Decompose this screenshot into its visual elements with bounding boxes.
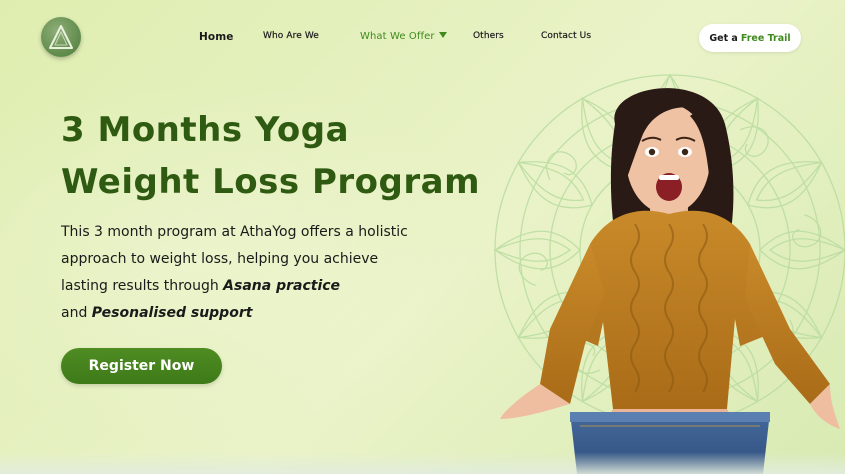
cta-highlight: Free Trail bbox=[740, 32, 791, 44]
nav-what-we-offer[interactable]: What We Offer bbox=[360, 31, 447, 42]
desc-line1: This 3 month program at AthaYog offers a… bbox=[61, 224, 408, 240]
desc-line2: approach to weight loss, helping you ach… bbox=[61, 251, 379, 267]
bottom-fade bbox=[0, 452, 845, 474]
hero-description: This 3 month program at AthaYog offers a… bbox=[61, 219, 461, 327]
nav-contact-us[interactable]: Contact Us bbox=[541, 31, 591, 41]
hero-title: 3 Months Yoga Weight Loss Program bbox=[61, 104, 501, 208]
desc-asana: Asana practice bbox=[223, 278, 341, 294]
caret-down-icon bbox=[438, 32, 447, 38]
hero-title-line1: 3 Months Yoga bbox=[61, 110, 350, 150]
nav-others[interactable]: Others bbox=[473, 31, 504, 41]
hero-title-line2: Weight Loss Program bbox=[61, 162, 480, 202]
woman-photo bbox=[500, 88, 840, 474]
nav-home[interactable]: Home bbox=[199, 31, 233, 43]
free-trial-button[interactable]: Get a Free Trail bbox=[699, 24, 801, 52]
nav-who-are-we[interactable]: Who Are We bbox=[263, 31, 319, 41]
desc-support: Pesonalised support bbox=[91, 305, 253, 321]
cta-prefix: Get a bbox=[709, 32, 738, 44]
nav-what-we-offer-label: What We Offer bbox=[360, 31, 435, 42]
register-now-button[interactable]: Register Now bbox=[61, 348, 222, 384]
desc-line4: and bbox=[61, 305, 88, 321]
desc-line3: lasting results through bbox=[61, 278, 219, 294]
